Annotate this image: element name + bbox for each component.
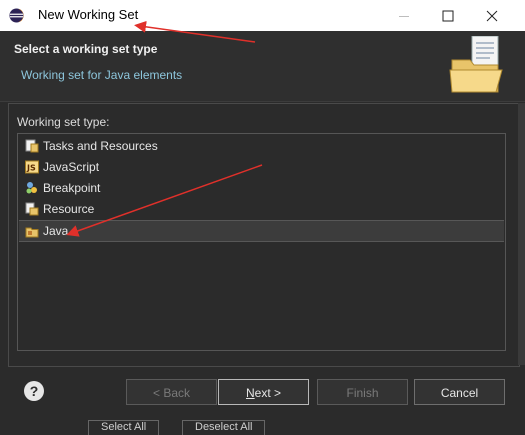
background-select-all-button: Select All	[88, 420, 160, 435]
list-item-breakpoint[interactable]: Breakpoint	[19, 178, 504, 198]
window-title: New Working Set	[38, 7, 139, 22]
maximize-icon	[442, 10, 454, 21]
java-package-icon	[25, 227, 39, 238]
close-icon	[486, 10, 498, 21]
finish-button[interactable]: Finish	[317, 379, 408, 405]
tasks-resources-icon	[25, 139, 39, 153]
list-item-javascript[interactable]: JS JavaScript	[19, 157, 504, 177]
working-set-type-label: Working set type:	[17, 115, 110, 129]
breakpoint-icon	[26, 182, 37, 194]
eclipse-logo-icon	[9, 8, 24, 23]
list-item-label: Java	[43, 224, 69, 238]
javascript-icon: JS	[25, 160, 39, 174]
list-item-label: Resource	[43, 202, 95, 216]
svg-text:JS: JS	[26, 164, 36, 173]
next-button[interactable]: Next >	[218, 379, 309, 405]
list-item-tasks-resources[interactable]: Tasks and Resources	[19, 136, 504, 156]
window-edge	[518, 103, 525, 365]
title-bar: New Working Set	[0, 0, 525, 31]
page-title: Select a working set type	[14, 42, 158, 56]
help-button[interactable]: ?	[24, 381, 44, 401]
page-description: Working set for Java elements	[21, 68, 183, 82]
background-deselect-all-button: Deselect All	[182, 420, 266, 435]
working-set-type-list[interactable]: Tasks and Resources JS JavaScript Breakp…	[17, 133, 506, 351]
maximize-button[interactable]	[426, 0, 470, 31]
list-item-java[interactable]: Java	[19, 220, 504, 242]
cancel-button[interactable]: Cancel	[414, 379, 505, 405]
minimize-icon	[399, 15, 409, 17]
minimize-button[interactable]	[382, 0, 426, 31]
list-item-resource[interactable]: Resource	[19, 199, 504, 219]
back-button[interactable]: < Back	[126, 379, 217, 405]
resource-icon	[25, 202, 39, 216]
working-set-wizard-icon	[449, 36, 503, 93]
list-item-label: JavaScript	[43, 160, 100, 174]
list-item-label: Tasks and Resources	[43, 139, 158, 153]
help-icon: ?	[29, 383, 39, 399]
list-item-label: Breakpoint	[43, 181, 101, 195]
close-button[interactable]	[470, 0, 514, 31]
